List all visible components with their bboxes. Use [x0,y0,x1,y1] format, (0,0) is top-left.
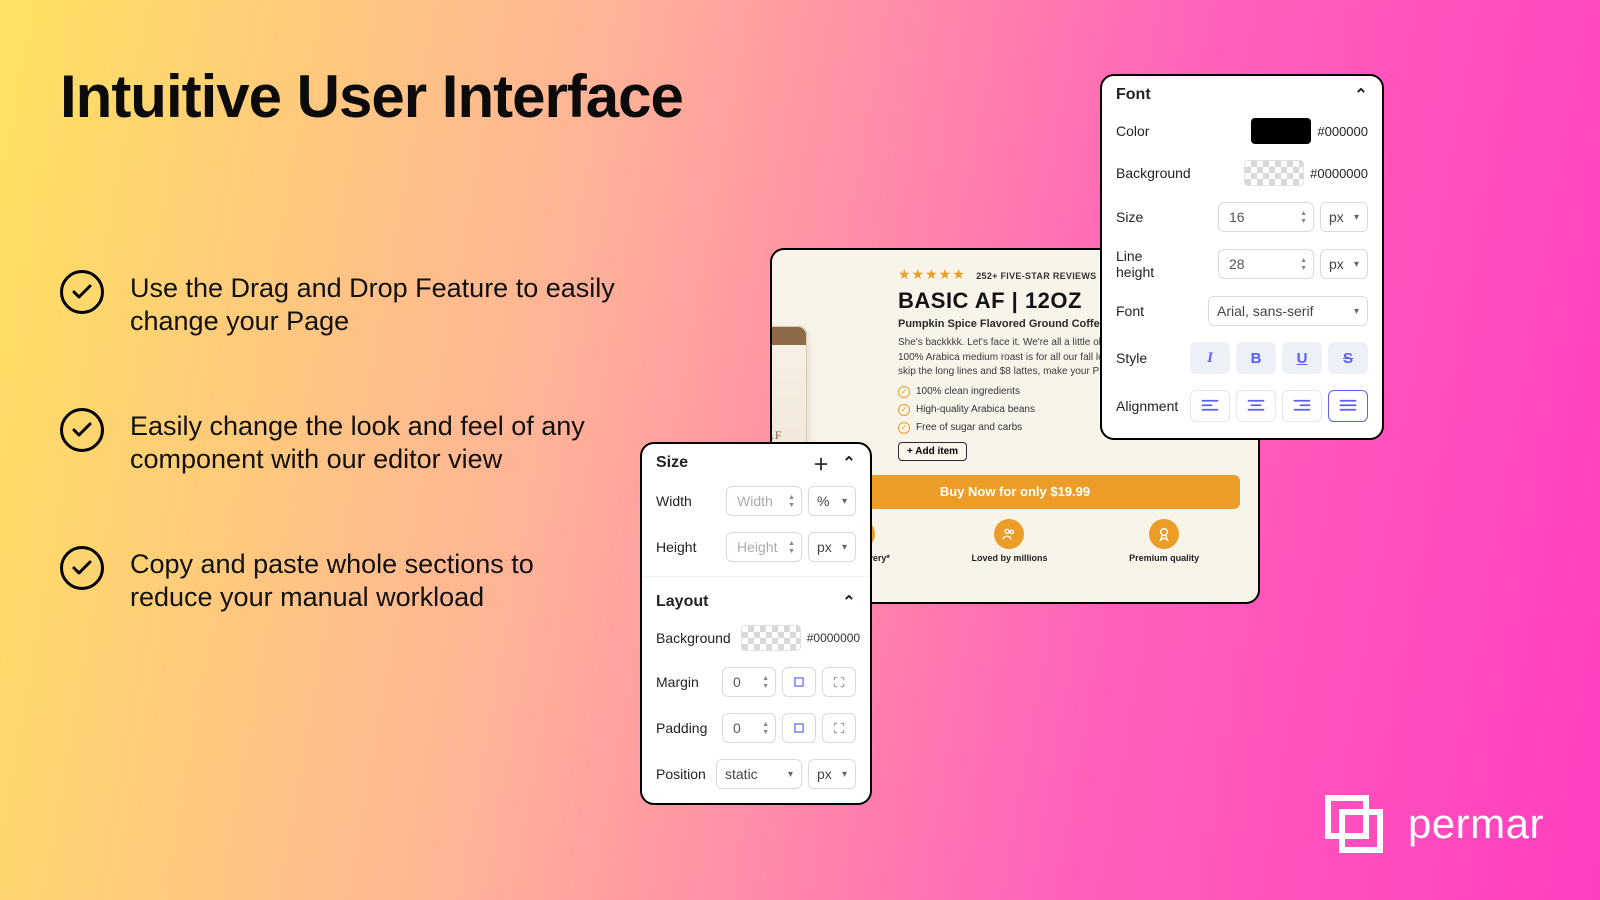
alignment-label: Alignment [1116,398,1178,414]
align-center-button[interactable] [1236,390,1276,422]
position-label: Position [656,766,706,782]
color-label: Color [1116,123,1149,139]
reviews-count: 252+ FIVE-STAR REVIEWS [976,271,1096,281]
background-value: #0000000 [807,631,860,645]
font-size-input[interactable]: 16▲▼ [1218,202,1314,232]
line-height-input[interactable]: 28▲▼ [1218,249,1314,279]
align-left-button[interactable] [1190,390,1230,422]
margin-label: Margin [656,674,699,690]
position-select[interactable]: static▾ [716,759,802,789]
font-family-select[interactable]: Arial, sans-serif▾ [1208,296,1368,326]
check-icon: ✓ [898,422,910,434]
box-model-button[interactable] [782,713,816,743]
size-panel-title: Size [656,454,688,472]
bullet-text: Use the Drag and Drop Feature to easily … [130,270,620,338]
bullet-text: Easily change the look and feel of any c… [130,408,620,476]
feature-text: Free of sugar and carbs [916,422,1022,433]
line-height-unit-select[interactable]: px▾ [1320,249,1368,279]
background-label: Background [1116,165,1191,181]
size-panel: Size ＋ ⌃ Width Width▲▼ %▾ Height Height▲… [640,442,872,805]
layout-panel-title: Layout [656,593,708,611]
chevron-up-icon[interactable]: ⌃ [1354,88,1368,102]
width-input[interactable]: Width▲▼ [726,486,802,516]
underline-button[interactable]: U [1282,342,1322,374]
chevron-up-icon[interactable]: ⌃ [842,456,856,470]
people-icon [994,519,1024,549]
padding-input[interactable]: 0▲▼ [722,713,776,743]
height-unit-select[interactable]: px▾ [808,532,856,562]
italic-button[interactable]: I [1190,342,1230,374]
brand-logo: permar [1322,792,1544,856]
feature-text: High-quality Arabica beans [916,404,1035,415]
logo-text: permar [1408,800,1544,848]
expand-button[interactable] [822,713,856,743]
bullet-list: Use the Drag and Drop Feature to easily … [60,270,620,684]
logo-icon [1322,792,1386,856]
height-label: Height [656,539,696,555]
star-icon: ★★★★★ [898,266,966,282]
add-item-button[interactable]: + Add item [898,442,967,461]
align-right-button[interactable] [1282,390,1322,422]
badge: Premium quality [1129,519,1199,563]
badge-label: Loved by millions [971,553,1047,563]
bullet-text: Copy and paste whole sections to reduce … [130,546,620,614]
color-value: #000000 [1317,124,1368,139]
height-input[interactable]: Height▲▼ [726,532,802,562]
background-label: Background [656,630,731,646]
color-swatch[interactable] [1251,118,1311,144]
size-label: Size [1116,209,1143,225]
bag-label: BASIC AF [770,428,806,443]
width-label: Width [656,493,692,509]
background-swatch[interactable] [741,625,801,651]
bullet-item: Easily change the look and feel of any c… [60,408,620,476]
font-panel: Font ⌃ Color #000000 Background #0000000… [1100,74,1384,440]
font-panel-title: Font [1116,86,1151,104]
strikethrough-button[interactable]: S [1328,342,1368,374]
plus-icon[interactable]: ＋ [814,456,828,470]
check-icon [60,546,104,590]
position-unit-select[interactable]: px▾ [808,759,856,789]
check-icon: ✓ [898,386,910,398]
badge-label: Premium quality [1129,553,1199,563]
chevron-up-icon[interactable]: ⌃ [842,595,856,609]
check-icon: ✓ [898,404,910,416]
check-icon [60,270,104,314]
background-swatch[interactable] [1244,160,1304,186]
style-label: Style [1116,350,1147,366]
feature-text: 100% clean ingredients [916,386,1020,397]
line-height-label: Line height [1116,248,1176,280]
width-unit-select[interactable]: %▾ [808,486,856,516]
award-icon [1149,519,1179,549]
bullet-item: Copy and paste whole sections to reduce … [60,546,620,614]
font-size-unit-select[interactable]: px▾ [1320,202,1368,232]
check-icon [60,408,104,452]
font-family-label: Font [1116,303,1144,319]
bullet-item: Use the Drag and Drop Feature to easily … [60,270,620,338]
expand-button[interactable] [822,667,856,697]
badge: Loved by millions [971,519,1047,563]
box-model-button[interactable] [782,667,816,697]
bold-button[interactable]: B [1236,342,1276,374]
page-title: Intuitive User Interface [60,62,683,131]
background-value: #0000000 [1310,166,1368,181]
margin-input[interactable]: 0▲▼ [722,667,776,697]
padding-label: Padding [656,720,707,736]
align-justify-button[interactable] [1328,390,1368,422]
